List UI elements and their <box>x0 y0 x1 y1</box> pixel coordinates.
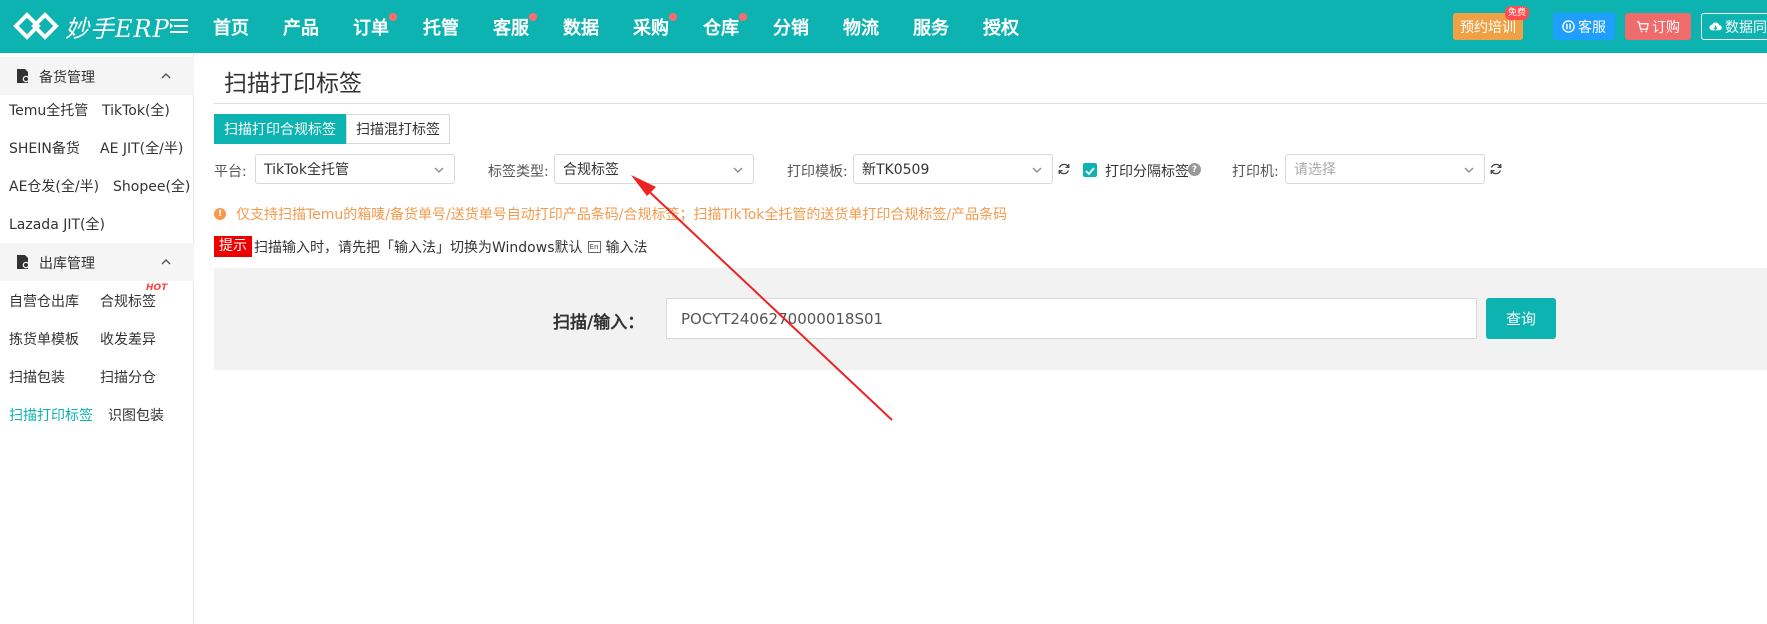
platform-select[interactable]: TikTok全托管 <box>255 154 455 184</box>
print-template-label: 打印模板: <box>787 164 848 180</box>
chevron-down-icon <box>1464 167 1474 173</box>
nav-item-purchase[interactable]: 采购 <box>633 13 677 40</box>
chevron-up-icon <box>161 73 171 79</box>
page-title: 扫描打印标签 <box>224 71 362 97</box>
sidebar-item-lazada-jit[interactable]: Lazada JIT(全) <box>9 214 105 234</box>
top-navbar: 妙手ERP 首页 产品 订单 托管 客服 数据 采购 仓库 分销 物流 服务 授… <box>0 0 1767 53</box>
brand-logo[interactable]: 妙手ERP <box>12 7 170 45</box>
book-training-button[interactable]: 预约培训 免费 <box>1453 6 1529 40</box>
cloud-download-icon <box>1709 22 1722 31</box>
printer-select[interactable]: 请选择 <box>1285 154 1485 184</box>
print-separator-label: 打印分隔标签 <box>1105 164 1189 180</box>
warning-text: 仅支持扫描Temu的箱唛/备货单号/送货单号自动打印产品条码/合规标签；扫描Ti… <box>236 207 1008 223</box>
chevron-down-icon <box>434 167 444 173</box>
chevron-down-icon <box>1032 167 1042 173</box>
logo-icon <box>13 12 59 40</box>
refresh-printer-icon[interactable] <box>1489 162 1503 176</box>
tab-scan-print-compliance[interactable]: 扫描打印合规标签 <box>214 114 346 144</box>
printer-label: 打印机: <box>1232 164 1279 180</box>
scan-input[interactable] <box>666 298 1477 339</box>
nav-item-managed[interactable]: 托管 <box>423 14 459 40</box>
sidebar-item-image-packing[interactable]: 识图包装 <box>108 405 164 425</box>
platform-label: 平台: <box>214 164 247 180</box>
warning-notice: ! 仅支持扫描Temu的箱唛/备货单号/送货单号自动打印产品条码/合规标签；扫描… <box>214 205 1007 223</box>
chevron-up-icon <box>161 259 171 265</box>
notification-dot <box>669 13 677 21</box>
label-type-select[interactable]: 合规标签 <box>554 154 754 184</box>
logo-text: 妙手ERP <box>65 14 170 43</box>
free-badge: 免费 <box>1504 6 1529 20</box>
notification-dot <box>739 13 747 21</box>
warning-icon: ! <box>214 208 226 220</box>
data-sync-button[interactable]: 数据同 <box>1701 13 1767 40</box>
print-separator-checkbox[interactable] <box>1083 163 1097 177</box>
nav-item-warehouse[interactable]: 仓库 <box>703 13 747 40</box>
order-button[interactable]: 订购 <box>1625 13 1691 40</box>
sidebar: 备货管理 Temu全托管 TikTok(全) SHEIN备货 AE JIT(全/… <box>0 53 194 624</box>
title-divider <box>214 103 1767 104</box>
pause-icon <box>1562 20 1575 33</box>
sidebar-group-outbound[interactable]: 出库管理 <box>0 243 194 281</box>
label-type-label: 标签类型: <box>488 164 549 180</box>
sidebar-item-scan-sort[interactable]: 扫描分仓 <box>100 367 156 387</box>
help-icon[interactable]: ? <box>1188 163 1201 176</box>
nav-item-customer-service[interactable]: 客服 <box>493 13 537 40</box>
sidebar-item-ae-warehouse[interactable]: AE仓发(全/半) <box>9 176 99 196</box>
keyboard-en-icon: En <box>587 240 601 253</box>
document-gear-icon <box>17 255 30 269</box>
tab-scan-mixed-print[interactable]: 扫描混打标签 <box>346 114 450 144</box>
nav-item-data[interactable]: 数据 <box>563 14 599 40</box>
cart-icon <box>1636 21 1649 33</box>
print-template-select[interactable]: 新TK0509 <box>853 154 1053 184</box>
sidebar-item-tiktok-full[interactable]: TikTok(全) <box>102 100 170 120</box>
tip-text: 扫描输入时，请先把「输入法」切换为Windows默认 <box>254 239 583 256</box>
chevron-down-icon <box>733 167 743 173</box>
sidebar-item-picking-template[interactable]: 拣货单模板 <box>9 329 79 349</box>
ime-text: 输入法 <box>605 239 648 256</box>
sidebar-group-stock[interactable]: 备货管理 <box>0 57 194 95</box>
nav-item-products[interactable]: 产品 <box>283 14 319 40</box>
nav-item-authorization[interactable]: 授权 <box>983 14 1019 40</box>
sidebar-item-scan-print-label[interactable]: 扫描打印标签 <box>9 405 93 425</box>
sidebar-item-temu-full[interactable]: Temu全托管 <box>9 100 88 120</box>
sidebar-item-shopee-full[interactable]: Shopee(全) <box>113 176 190 196</box>
sidebar-item-own-warehouse-outbound[interactable]: 自营仓出库 <box>9 291 79 311</box>
sidebar-item-scan-packing[interactable]: 扫描包装 <box>9 367 65 387</box>
nav-item-orders[interactable]: 订单 <box>353 13 397 40</box>
check-icon <box>1085 167 1095 176</box>
query-button[interactable]: 查询 <box>1486 298 1556 339</box>
document-gear-icon <box>17 69 30 83</box>
scan-input-label: 扫描/输入： <box>553 313 645 333</box>
nav-item-distribution[interactable]: 分销 <box>773 14 809 40</box>
nav-item-logistics[interactable]: 物流 <box>843 14 879 40</box>
label-tabs: 扫描打印合规标签 扫描混打标签 <box>214 114 450 144</box>
notification-dot <box>529 13 537 21</box>
nav-item-home[interactable]: 首页 <box>213 14 249 40</box>
tip-notice: 提示 扫描输入时，请先把「输入法」切换为Windows默认 En 输入法 <box>214 236 648 257</box>
scan-panel: 扫描/输入： 查询 <box>214 268 1767 370</box>
refresh-template-icon[interactable] <box>1057 162 1071 176</box>
nav-item-services[interactable]: 服务 <box>913 14 949 40</box>
hot-badge: HOT <box>146 283 168 293</box>
sidebar-item-shein-stock[interactable]: SHEIN备货 <box>9 138 80 158</box>
sidebar-item-ae-jit[interactable]: AE JIT(全/半) <box>100 138 183 158</box>
sidebar-item-compliance-label[interactable]: 合规标签 <box>100 291 156 311</box>
menu-toggle-icon[interactable] <box>170 16 188 36</box>
customer-service-button[interactable]: 客服 <box>1553 13 1615 40</box>
sidebar-item-shipping-difference[interactable]: 收发差异 <box>100 329 156 349</box>
tip-badge: 提示 <box>214 236 252 257</box>
notification-dot <box>389 13 397 21</box>
